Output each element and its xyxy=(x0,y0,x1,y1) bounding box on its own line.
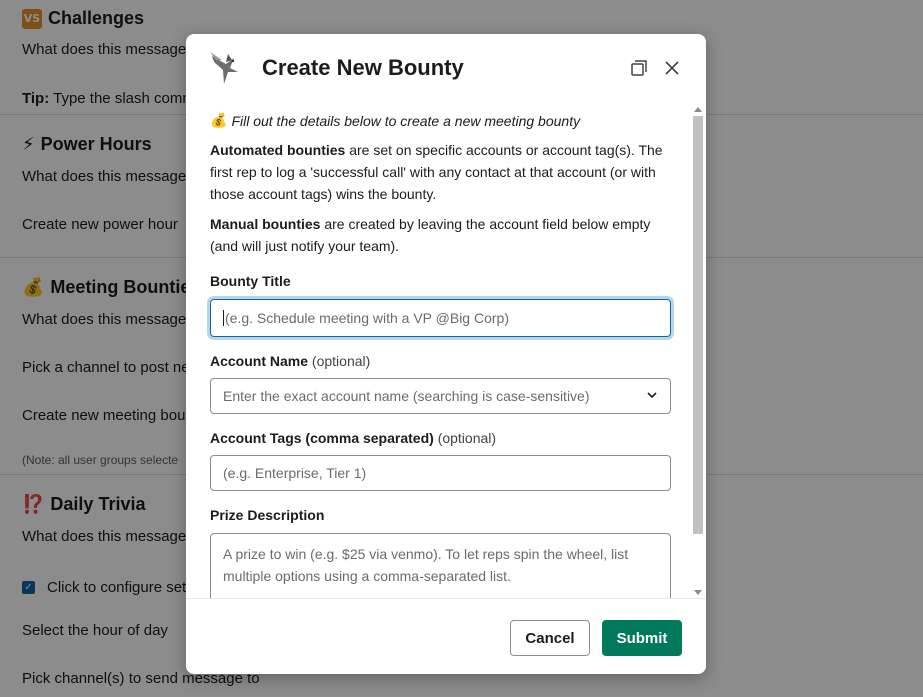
modal-header: Create New Bounty xyxy=(186,34,706,104)
submit-button[interactable]: Submit xyxy=(602,620,682,656)
manual-bounties-text: Manual bounties are created by leaving t… xyxy=(210,216,651,254)
close-icon[interactable] xyxy=(660,56,684,80)
money-bag-icon: 💰 xyxy=(210,113,228,129)
account-name-select[interactable]: Enter the exact account name (searching … xyxy=(210,378,671,414)
modal-footer: Cancel Submit xyxy=(186,598,706,674)
automated-bounties-text: Automated bounties are set on specific a… xyxy=(210,142,663,202)
bounty-title-input[interactable]: (e.g. Schedule meeting with a VP @Big Co… xyxy=(210,299,671,337)
intro-text: 💰 Fill out the details below to create a… xyxy=(210,113,581,129)
account-tags-label: Account Tags (comma separated) (optional… xyxy=(210,430,497,446)
account-name-label: Account Name (optional) xyxy=(210,353,371,369)
popout-icon[interactable] xyxy=(627,56,651,80)
bounty-title-placeholder: (e.g. Schedule meeting with a VP @Big Co… xyxy=(225,310,509,326)
account-tags-placeholder: (e.g. Enterprise, Tier 1) xyxy=(223,465,367,481)
bird-logo-icon xyxy=(208,48,248,88)
modal-scrollbar[interactable] xyxy=(691,104,705,598)
modal-body[interactable]: 💰 Fill out the details below to create a… xyxy=(186,104,706,598)
prize-description-textarea[interactable]: A prize to win (e.g. $25 via venmo). To … xyxy=(210,533,671,598)
prize-description-placeholder: A prize to win (e.g. $25 via venmo). To … xyxy=(223,546,629,584)
prize-description-label: Prize Description xyxy=(210,507,325,523)
create-bounty-modal: Create New Bounty 💰 Fill out the details… xyxy=(186,34,706,674)
account-name-placeholder: Enter the exact account name (searching … xyxy=(223,388,590,404)
cancel-button[interactable]: Cancel xyxy=(510,620,590,656)
scroll-down-arrow-icon[interactable] xyxy=(694,590,702,595)
text-caret xyxy=(223,310,224,326)
modal-title: Create New Bounty xyxy=(262,55,464,80)
scrollbar-thumb[interactable] xyxy=(693,116,703,534)
chevron-down-icon xyxy=(646,388,658,404)
bounty-title-label: Bounty Title xyxy=(210,273,291,289)
account-tags-input[interactable]: (e.g. Enterprise, Tier 1) xyxy=(210,455,671,491)
scroll-up-arrow-icon[interactable] xyxy=(694,107,702,112)
